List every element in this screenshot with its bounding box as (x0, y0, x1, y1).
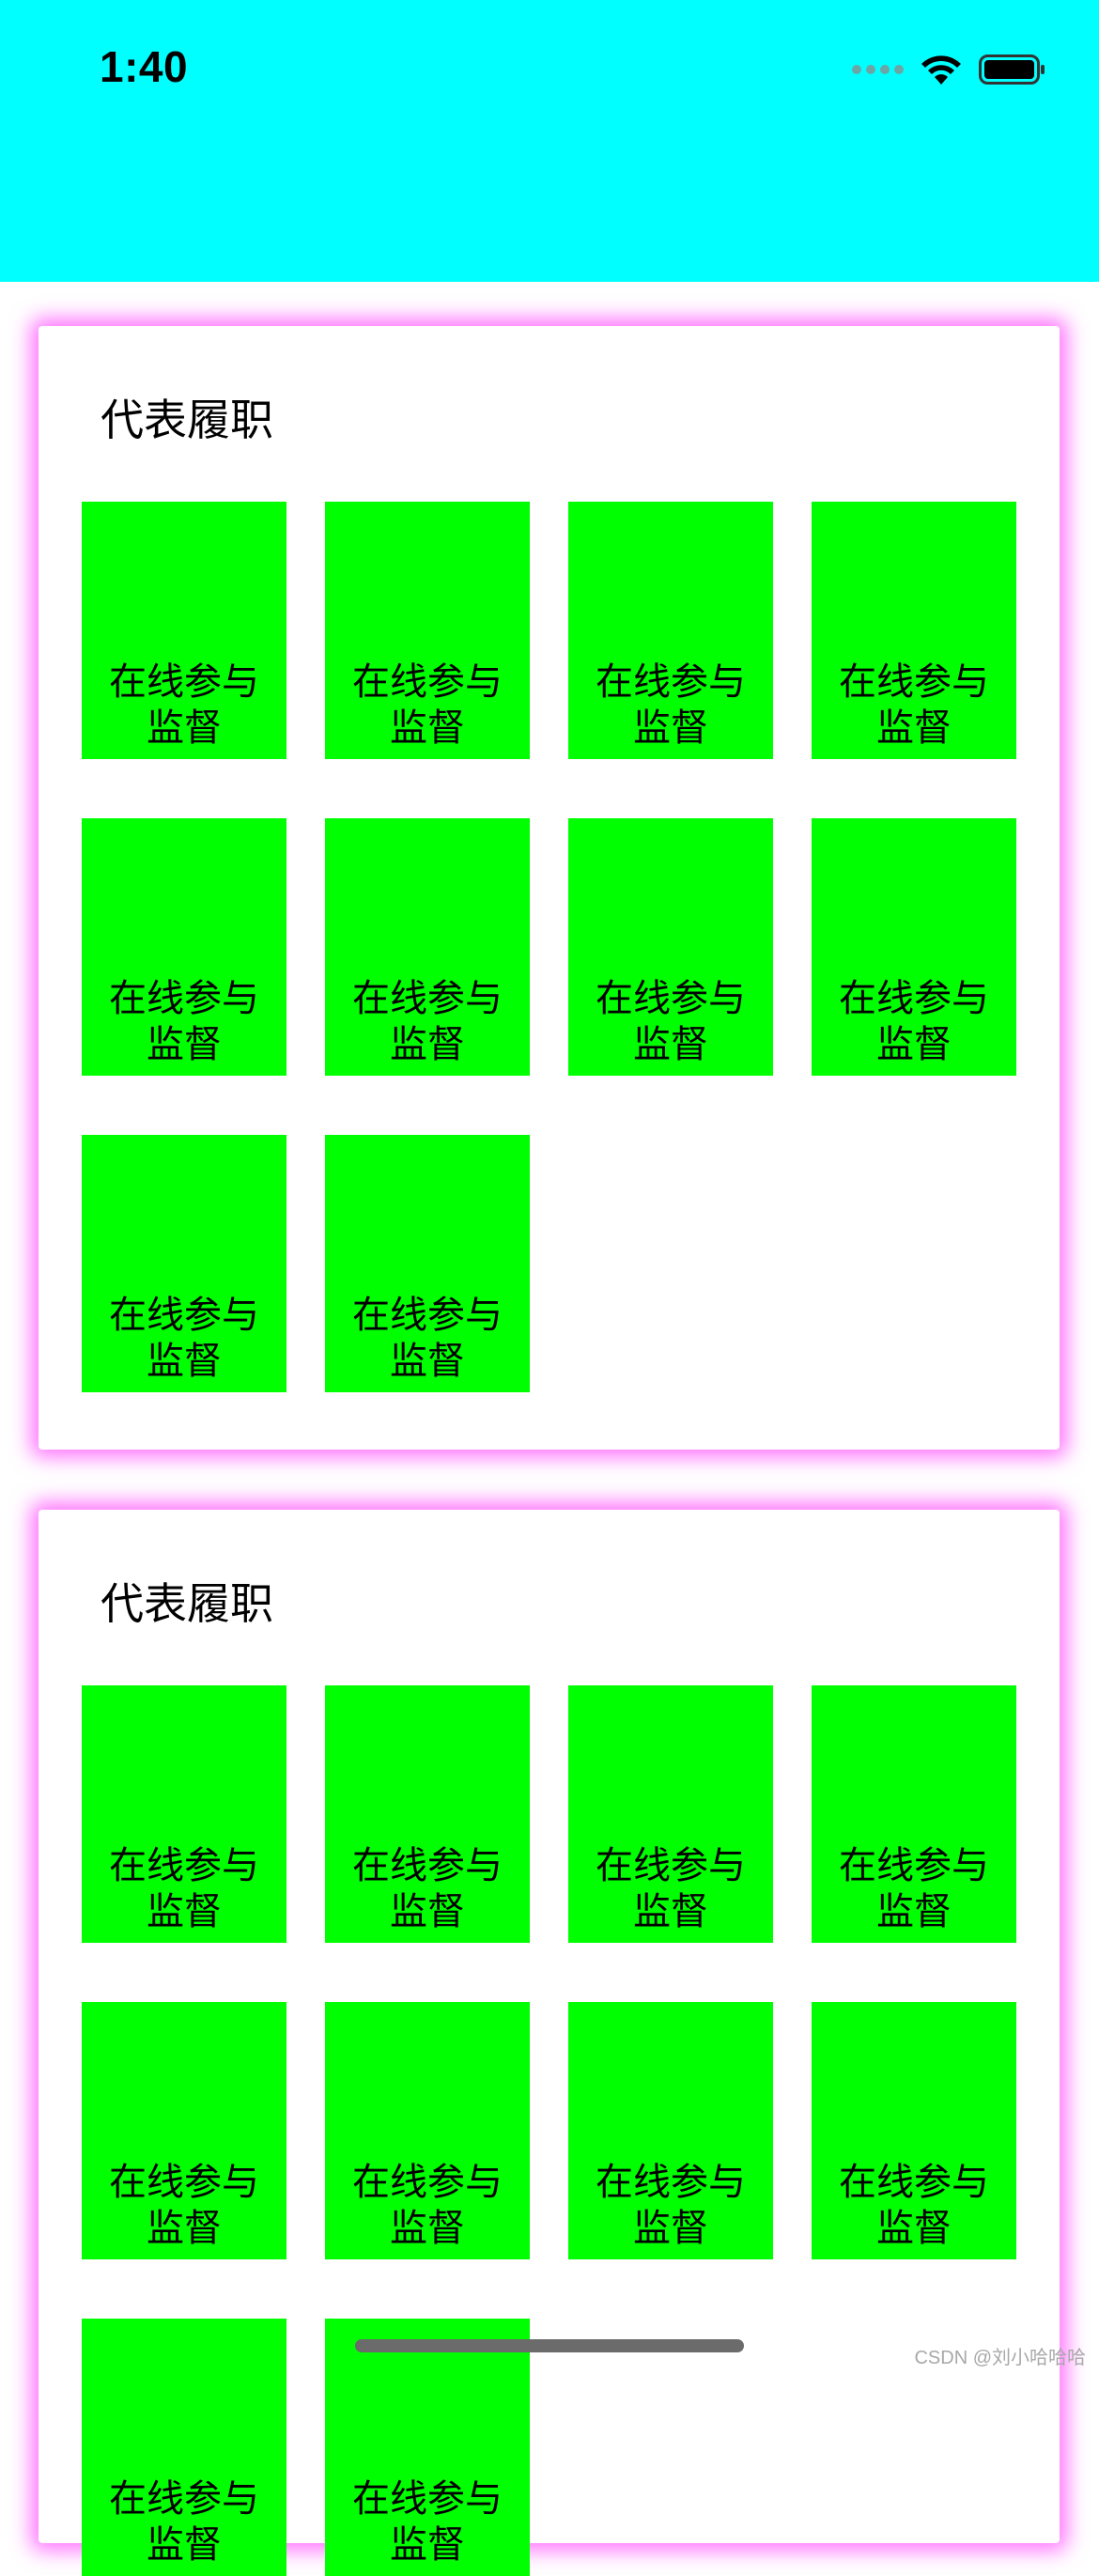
grid-tile[interactable]: 在线参与 监督 (82, 1685, 286, 1943)
tile-label: 在线参与 监督 (839, 2161, 989, 2250)
signal-dots-icon (852, 65, 904, 74)
tile-label: 在线参与 监督 (839, 660, 989, 750)
grid-tile[interactable]: 在线参与 监督 (568, 2002, 773, 2259)
tile-label: 在线参与 监督 (352, 977, 503, 1066)
grid-tile[interactable]: 在线参与 监督 (812, 2002, 1016, 2259)
grid-tile[interactable]: 在线参与 监督 (568, 818, 773, 1076)
tile-label: 在线参与 监督 (109, 1844, 259, 1933)
tile-label: 在线参与 监督 (596, 660, 746, 750)
section-card: 代表履职 在线参与 监督 在线参与 监督 在线参与 监督 在线参与 监督 在线参… (39, 326, 1060, 1450)
grid-tile[interactable]: 在线参与 监督 (82, 502, 286, 759)
status-icons (852, 51, 1046, 88)
grid-tile[interactable]: 在线参与 监督 (812, 502, 1016, 759)
grid-tile[interactable]: 在线参与 监督 (812, 818, 1016, 1076)
section-title: 代表履职 (101, 395, 273, 445)
grid-tile[interactable]: 在线参与 监督 (325, 1135, 530, 1392)
watermark: CSDN @刘小哈哈哈 (914, 2348, 1086, 2368)
app-header: 1:40 (0, 0, 1099, 282)
tile-label: 在线参与 监督 (352, 2161, 503, 2250)
grid-tile[interactable]: 在线参与 监督 (568, 1685, 773, 1943)
grid-tile[interactable]: 在线参与 监督 (325, 818, 530, 1076)
tile-label: 在线参与 监督 (352, 2477, 503, 2567)
tile-label: 在线参与 监督 (109, 2161, 259, 2250)
section-card: 代表履职 在线参与 监督 在线参与 监督 在线参与 监督 在线参与 监督 在线参… (39, 1510, 1060, 2576)
status-time: 1:40 (100, 42, 189, 91)
tile-label: 在线参与 监督 (596, 977, 746, 1066)
home-indicator[interactable] (355, 2339, 744, 2352)
tile-label: 在线参与 监督 (352, 1844, 503, 1933)
battery-icon (979, 54, 1045, 85)
tile-label: 在线参与 监督 (352, 1294, 503, 1383)
tile-label: 在线参与 监督 (839, 977, 989, 1066)
tile-label: 在线参与 监督 (109, 1294, 259, 1383)
wifi-icon (921, 55, 961, 85)
grid-tile[interactable]: 在线参与 监督 (325, 1685, 530, 1943)
tile-label: 在线参与 监督 (839, 1844, 989, 1933)
grid-tile[interactable]: 在线参与 监督 (82, 2002, 286, 2259)
grid-tile[interactable]: 在线参与 监督 (568, 502, 773, 759)
grid-tile[interactable]: 在线参与 监督 (325, 502, 530, 759)
grid-tile[interactable]: 在线参与 监督 (325, 2319, 530, 2576)
tile-label: 在线参与 监督 (109, 977, 259, 1066)
tile-label: 在线参与 监督 (352, 660, 503, 750)
grid-tile[interactable]: 在线参与 监督 (812, 1685, 1016, 1943)
tile-label: 在线参与 监督 (109, 660, 259, 750)
grid-tile[interactable]: 在线参与 监督 (325, 2002, 530, 2259)
section-title: 代表履职 (101, 1578, 273, 1629)
grid-tile[interactable]: 在线参与 监督 (82, 1135, 286, 1392)
grid-tile[interactable]: 在线参与 监督 (82, 2319, 286, 2576)
tile-label: 在线参与 监督 (596, 2161, 746, 2250)
grid-tile[interactable]: 在线参与 监督 (82, 818, 286, 1076)
tile-label: 在线参与 监督 (596, 1844, 746, 1933)
tile-label: 在线参与 监督 (109, 2477, 259, 2567)
